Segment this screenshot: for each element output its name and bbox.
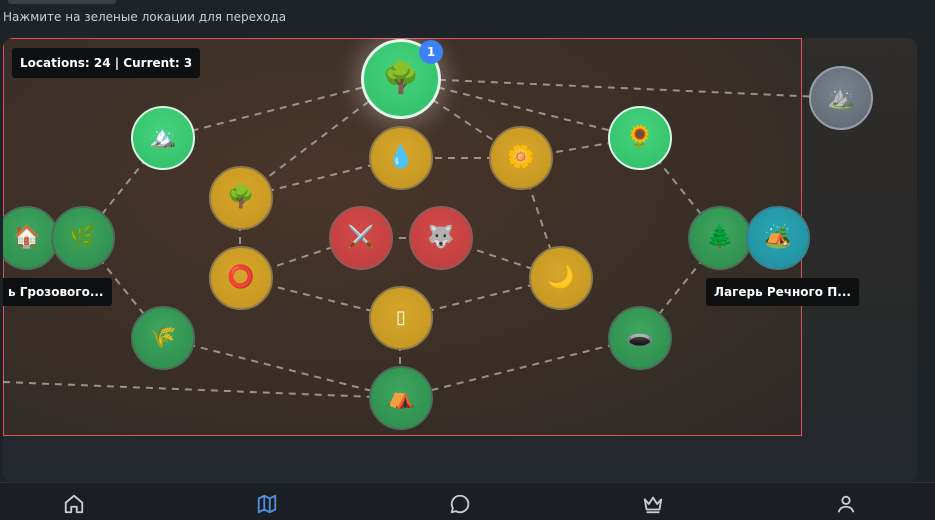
location-mountain-far[interactable]: ⛰️ (809, 66, 873, 130)
tree-icon: 🌳 (382, 61, 420, 96)
home-icon (64, 494, 84, 514)
pine-icon: 🌲 (706, 225, 734, 250)
house-icon: 🏠 (13, 225, 41, 250)
unknown-icon: ▯ (396, 307, 406, 328)
location-wheat[interactable]: 🌾 (131, 306, 195, 370)
wolf-icon: 🐺 (427, 225, 455, 250)
sunflower-icon: 🌻 (626, 125, 654, 150)
top-toolbar-stub (8, 0, 116, 4)
chat-icon (450, 494, 470, 514)
location-tree[interactable]: 🌳 (209, 166, 273, 230)
swords-icon: ⚔️ (347, 225, 375, 250)
ring-icon: ⭕ (227, 265, 255, 290)
herb-icon: 🌿 (69, 225, 97, 250)
flower-icon: 🌼 (507, 145, 535, 170)
location-sunflower[interactable]: 🌻 (608, 106, 672, 170)
map-icon (257, 494, 277, 514)
location-wolf[interactable]: 🐺 (409, 206, 473, 270)
nav-chat[interactable] (449, 493, 471, 515)
mountain-icon: 🏔️ (149, 125, 177, 150)
mountain-icon: ⛰️ (827, 85, 855, 110)
location-unknown[interactable]: ▯ (369, 286, 433, 350)
location-hole[interactable]: 🕳️ (608, 306, 672, 370)
wheat-icon: 🌾 (149, 325, 177, 350)
droplet-icon: 💧 (387, 145, 415, 170)
nav-map[interactable] (256, 493, 278, 515)
camping-icon: 🏕️ (764, 225, 792, 250)
location-mountain[interactable]: 🏔️ (131, 106, 195, 170)
location-label-left: ь Грозового... (3, 278, 112, 306)
location-ring[interactable]: ⭕ (209, 246, 273, 310)
location-flower[interactable]: 🌼 (489, 126, 553, 190)
location-pine[interactable]: 🌲 (688, 206, 752, 270)
hole-icon: 🕳️ (626, 325, 654, 350)
location-water[interactable]: 💧 (369, 126, 433, 190)
mound-icon: ⛺ (387, 385, 415, 410)
tree-icon: 🌳 (227, 185, 255, 210)
location-herb[interactable]: 🌿 (51, 206, 115, 270)
moon-icon: 🌙 (547, 265, 575, 290)
map-panel: Locations: 24 | Current: 3 🌳 1 🏔️ 🌻 ⛰️ 💧… (3, 38, 917, 482)
crown-icon (643, 496, 663, 514)
location-battle[interactable]: ⚔️ (329, 206, 393, 270)
location-moon[interactable]: 🌙 (529, 246, 593, 310)
location-label-right: Лагерь Речного П... (706, 278, 859, 306)
instruction-text: Нажмите на зеленые локации для перехода (3, 10, 287, 24)
nav-home[interactable] (63, 493, 85, 515)
bottom-navigation (0, 482, 935, 520)
nav-leaderboard[interactable] (642, 493, 664, 515)
user-icon (837, 495, 855, 513)
location-mound[interactable]: ⛺ (369, 366, 433, 430)
current-location-badge: 1 (419, 40, 443, 64)
location-counter: Locations: 24 | Current: 3 (12, 48, 201, 78)
location-camp[interactable]: 🏕️ (746, 206, 810, 270)
nav-profile[interactable] (835, 493, 857, 515)
